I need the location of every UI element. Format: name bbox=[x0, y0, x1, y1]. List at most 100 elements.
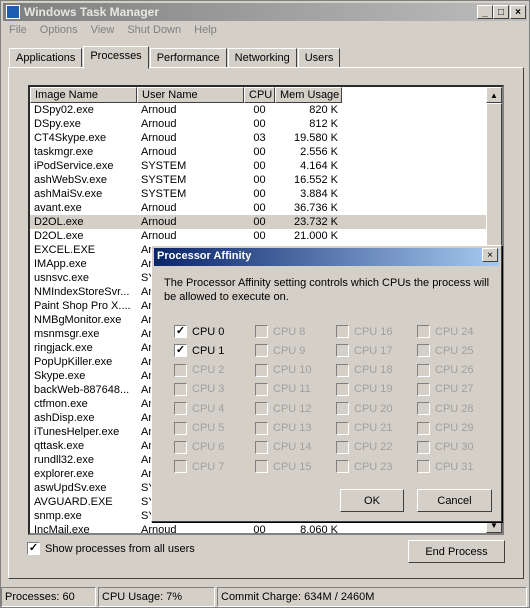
header-image-name[interactable]: Image Name bbox=[30, 87, 137, 103]
tab-applications[interactable]: Applications bbox=[9, 48, 83, 68]
tab-processes[interactable]: Processes bbox=[83, 46, 149, 69]
cell-image-name: EXCEL.EXE bbox=[34, 244, 96, 256]
table-row[interactable]: D2OL.exe Arnoud 00 21.000 K bbox=[30, 229, 488, 243]
table-row[interactable]: D2OL.exe Arnoud 00 23.732 K bbox=[30, 215, 488, 229]
table-row[interactable]: CT4Skype.exe Arnoud 03 19.580 K bbox=[30, 131, 488, 145]
cpu-14-label: CPU 14 bbox=[273, 441, 312, 454]
cpu-13-option: CPU 13 bbox=[255, 421, 312, 435]
cpu-18-label: CPU 18 bbox=[354, 364, 393, 377]
scroll-up-icon[interactable]: ▲ bbox=[486, 87, 502, 103]
cpu-9-checkbox bbox=[255, 344, 268, 358]
show-all-users-option[interactable]: ✓ Show processes from all users bbox=[27, 542, 195, 555]
cpu-23-option: CPU 23 bbox=[336, 460, 393, 474]
cpu-8-checkbox bbox=[255, 325, 268, 338]
cpu-1-option[interactable]: ✓ CPU 1 bbox=[174, 344, 224, 358]
table-row[interactable]: ashWebSv.exe SYSTEM 00 16.552 K bbox=[30, 173, 488, 187]
tab-performance[interactable]: Performance bbox=[149, 48, 227, 68]
table-row[interactable]: taskmgr.exe Arnoud 00 2.556 K bbox=[30, 145, 488, 159]
table-row[interactable]: DSpy.exe Arnoud 00 812 K bbox=[30, 117, 488, 131]
title-bar[interactable]: Windows Task Manager _ □ × bbox=[3, 3, 527, 21]
menu-help[interactable]: Help bbox=[188, 22, 224, 40]
cpu-5-checkbox bbox=[174, 421, 187, 435]
cell-image-name: qttask.exe bbox=[34, 440, 85, 452]
cpu-25-label: CPU 25 bbox=[435, 344, 474, 357]
cell-mem-usage: 16.552 K bbox=[293, 174, 338, 186]
menu-view[interactable]: View bbox=[85, 22, 122, 40]
table-row[interactable]: iPodService.exe SYSTEM 00 4.164 K bbox=[30, 159, 488, 173]
cpu-11-option: CPU 11 bbox=[255, 382, 311, 396]
cell-cpu: 00 bbox=[253, 230, 266, 242]
cpu-31-checkbox bbox=[417, 460, 430, 474]
ok-button[interactable]: OK bbox=[340, 489, 404, 512]
cpu-24-checkbox bbox=[417, 325, 430, 338]
end-process-button[interactable]: End Process bbox=[408, 540, 505, 563]
cell-image-name: ashWebSv.exe bbox=[34, 174, 107, 186]
header-mem-usage[interactable]: Mem Usage bbox=[275, 87, 342, 103]
cell-mem-usage: 21.000 K bbox=[293, 230, 338, 242]
menu-bar: File Options View Shut Down Help bbox=[3, 22, 224, 40]
header-cpu[interactable]: CPU bbox=[244, 87, 275, 103]
menu-options[interactable]: Options bbox=[34, 22, 85, 40]
cpu-0-option[interactable]: ✓ CPU 0 bbox=[174, 325, 224, 338]
table-row[interactable]: avant.exe Arnoud 00 36.736 K bbox=[30, 201, 488, 215]
cpu-12-checkbox bbox=[255, 402, 268, 416]
header-user-name[interactable]: User Name bbox=[137, 87, 244, 103]
cpu-31-option: CPU 31 bbox=[417, 460, 474, 474]
table-row[interactable]: DSpy02.exe Arnoud 00 820 K bbox=[30, 103, 488, 117]
cell-image-name: ashMaiSv.exe bbox=[34, 188, 103, 200]
cell-image-name: backWeb-887648... bbox=[34, 384, 130, 396]
menu-shut-down[interactable]: Shut Down bbox=[121, 22, 188, 40]
cpu-30-label: CPU 30 bbox=[435, 441, 474, 454]
cpu-10-checkbox bbox=[255, 363, 268, 377]
cpu-28-checkbox bbox=[417, 402, 430, 416]
dialog-close-icon[interactable]: × bbox=[482, 248, 498, 262]
cell-cpu: 00 bbox=[253, 174, 266, 186]
cell-cpu: 00 bbox=[253, 524, 266, 535]
cpu-29-checkbox bbox=[417, 421, 430, 435]
cell-cpu: 00 bbox=[253, 118, 266, 130]
maximize-button[interactable]: □ bbox=[493, 5, 509, 19]
tab-users[interactable]: Users bbox=[297, 48, 341, 68]
cpu-27-checkbox bbox=[417, 382, 430, 396]
cell-user-name: Arnoud bbox=[141, 146, 177, 158]
cell-image-name: DSpy.exe bbox=[34, 118, 81, 130]
show-all-users-checkbox[interactable]: ✓ bbox=[27, 542, 40, 555]
cpu-10-option: CPU 10 bbox=[255, 363, 312, 377]
cell-cpu: 00 bbox=[253, 188, 266, 200]
cpu-7-option: CPU 7 bbox=[174, 460, 224, 474]
cpu-2-label: CPU 2 bbox=[192, 364, 225, 377]
cpu-18-checkbox bbox=[336, 363, 349, 377]
cpu-0-checkbox[interactable]: ✓ bbox=[174, 325, 187, 338]
cell-image-name: Skype.exe bbox=[34, 370, 86, 382]
cell-mem-usage: 3.884 K bbox=[300, 188, 338, 200]
cpu-16-option: CPU 16 bbox=[336, 325, 393, 338]
cell-cpu: 00 bbox=[253, 202, 266, 214]
dialog-title[interactable]: Processor Affinity bbox=[154, 248, 499, 266]
cell-image-name: D2OL.exe bbox=[34, 216, 84, 228]
cpu-13-label: CPU 13 bbox=[273, 422, 312, 434]
close-button[interactable]: × bbox=[510, 5, 526, 19]
cpu-25-checkbox bbox=[417, 344, 430, 358]
minimize-button[interactable]: _ bbox=[477, 5, 493, 19]
cell-image-name: avant.exe bbox=[34, 202, 82, 214]
cell-image-name: NMBgMonitor.exe bbox=[34, 314, 122, 326]
cpu-17-label: CPU 17 bbox=[354, 344, 393, 357]
table-row[interactable]: IncMail.exe Arnoud 00 8.060 K bbox=[30, 523, 488, 535]
cell-user-name: Arnoud bbox=[141, 132, 177, 144]
cpu-25-option: CPU 25 bbox=[417, 344, 474, 358]
cpu-21-checkbox bbox=[336, 421, 349, 435]
cpu-9-label: CPU 9 bbox=[273, 344, 306, 357]
cell-mem-usage: 36.736 K bbox=[293, 202, 338, 214]
tab-networking[interactable]: Networking bbox=[227, 48, 297, 68]
cpu-13-checkbox bbox=[255, 421, 268, 435]
table-row[interactable]: ashMaiSv.exe SYSTEM 00 3.884 K bbox=[30, 187, 488, 201]
menu-file[interactable]: File bbox=[3, 22, 34, 40]
cpu-21-option: CPU 21 bbox=[336, 421, 393, 435]
cpu-1-checkbox[interactable]: ✓ bbox=[174, 344, 187, 358]
cell-user-name: Arnoud bbox=[141, 524, 177, 535]
cell-image-name: explorer.exe bbox=[34, 468, 94, 480]
cpu-19-checkbox bbox=[336, 382, 349, 396]
cpu-26-label: CPU 26 bbox=[435, 364, 474, 377]
cpu-15-label: CPU 15 bbox=[273, 460, 312, 473]
cancel-button[interactable]: Cancel bbox=[417, 489, 492, 512]
